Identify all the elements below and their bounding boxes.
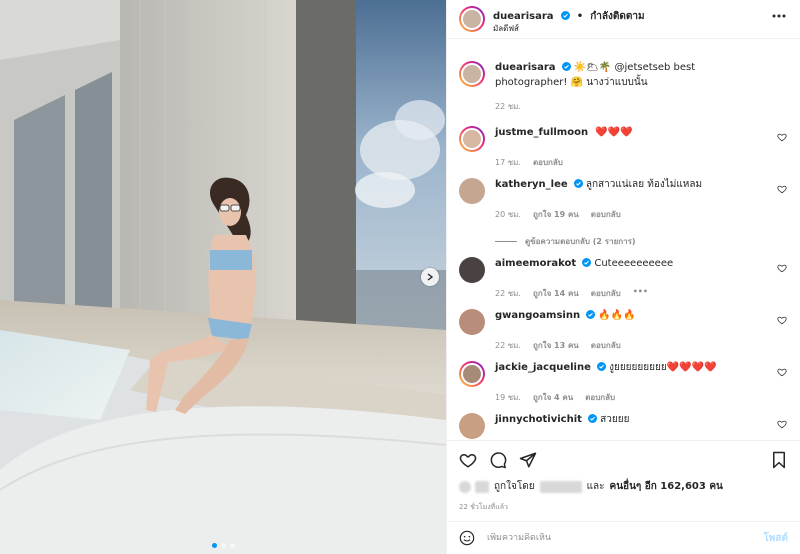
like-comment-heart-icon[interactable] bbox=[777, 367, 787, 377]
post-photo[interactable] bbox=[0, 0, 446, 554]
reply-button[interactable]: ตอบกลับ bbox=[585, 391, 615, 404]
comment-time: 22 ชม. bbox=[495, 341, 521, 350]
verified-icon bbox=[596, 362, 606, 371]
comment-username[interactable]: jinnychotivichit bbox=[495, 414, 582, 425]
comment-text: 🔥🔥🔥 bbox=[598, 310, 636, 321]
comment-username[interactable]: katheryn_lee bbox=[495, 179, 568, 190]
liked-by-label: ถูกใจโดย bbox=[494, 481, 535, 492]
reply-button[interactable]: ตอบกลับ bbox=[591, 208, 621, 221]
comment-text: สวยยย bbox=[600, 414, 630, 425]
comment-username[interactable]: aimeemorakot bbox=[495, 258, 576, 269]
liker-avatar[interactable] bbox=[475, 480, 489, 493]
reply-button[interactable]: ตอบกลับ bbox=[533, 156, 563, 169]
liker-avatar[interactable] bbox=[459, 480, 471, 493]
verified-icon bbox=[586, 310, 596, 319]
following-button[interactable]: กำลังติดตาม bbox=[590, 11, 644, 22]
add-comment-form: โพสต์ bbox=[447, 521, 800, 554]
comment-likes[interactable]: ถูกใจ 14 คน bbox=[533, 287, 579, 300]
comment-item: jackie_jacqueline งูยยยยยยยยย❤️❤️❤️❤️ 19… bbox=[459, 361, 789, 404]
avatar[interactable] bbox=[459, 6, 485, 32]
carousel-dot bbox=[220, 543, 226, 548]
comment-likes[interactable]: ถูกใจ 13 คน bbox=[533, 339, 579, 352]
like-comment-heart-icon[interactable] bbox=[777, 315, 787, 325]
post-comment-button[interactable]: โพสต์ bbox=[763, 531, 788, 546]
verified-icon bbox=[561, 62, 571, 71]
comment-item: justme_fullmoon ❤️❤️❤️ 17 ชม. ตอบกลับ bbox=[459, 126, 789, 169]
post-username[interactable]: duearisara bbox=[493, 11, 554, 22]
verified-icon bbox=[560, 11, 570, 20]
avatar[interactable] bbox=[459, 413, 485, 439]
next-arrow-icon bbox=[427, 273, 434, 281]
comment-icon[interactable] bbox=[489, 451, 507, 469]
comment-likes[interactable]: ถูกใจ 19 คน bbox=[533, 208, 579, 221]
comments-list[interactable]: duearisara ☀️🌥🌴 @jetsetseb best photogra… bbox=[447, 40, 800, 440]
likes-summary: ถูกใจโดย และ คนอื่นๆ อีก 162,603 คน bbox=[459, 479, 788, 494]
emoji-icon[interactable] bbox=[459, 530, 475, 546]
post-actions: ถูกใจโดย และ คนอื่นๆ อีก 162,603 คน 22 ช… bbox=[447, 440, 800, 513]
verified-icon bbox=[573, 179, 583, 188]
share-icon[interactable] bbox=[519, 451, 537, 469]
comment-time: 20 ชม. bbox=[495, 210, 521, 219]
avatar[interactable] bbox=[459, 178, 485, 204]
avatar[interactable] bbox=[459, 257, 485, 283]
carousel-indicator bbox=[0, 543, 446, 548]
caption: duearisara ☀️🌥🌴 @jetsetseb best photogra… bbox=[459, 61, 789, 113]
comment-item: gwangoamsinn 🔥🔥🔥 22 ชม. ถูกใจ 13 คน ตอบก… bbox=[459, 309, 789, 352]
comment-username[interactable]: jackie_jacqueline bbox=[495, 362, 591, 373]
avatar[interactable] bbox=[459, 361, 485, 387]
post-timestamp[interactable]: 22 ชั่วโมงที่แล้ว bbox=[459, 502, 788, 513]
carousel-dot bbox=[211, 543, 217, 548]
more-icon[interactable] bbox=[772, 14, 786, 18]
save-icon[interactable] bbox=[770, 451, 788, 469]
comment-text: ❤️❤️❤️ bbox=[595, 127, 633, 138]
comment-item: katheryn_lee ลูกสาวแน่เลย ท้องไม่แหลม 20… bbox=[459, 178, 789, 248]
comment-text: งูยยยยยยยยย❤️❤️❤️❤️ bbox=[609, 362, 717, 373]
comment-time: 19 ชม. bbox=[495, 393, 521, 402]
view-replies-button[interactable]: ดูข้อความตอบกลับ (2 รายการ) bbox=[495, 235, 789, 248]
comment-username[interactable]: gwangoamsinn bbox=[495, 310, 580, 321]
like-comment-heart-icon[interactable] bbox=[777, 419, 787, 429]
comment-text: Cuteeeeeeeeee bbox=[594, 258, 674, 269]
avatar[interactable] bbox=[459, 126, 485, 152]
avatar[interactable] bbox=[459, 309, 485, 335]
comment-time: 22 ชม. bbox=[495, 289, 521, 298]
verified-icon bbox=[587, 414, 597, 423]
caption-username[interactable]: duearisara bbox=[495, 62, 556, 73]
separator-dot: • bbox=[576, 11, 584, 22]
comment-input[interactable] bbox=[487, 533, 764, 543]
comment-username[interactable]: justme_fullmoon bbox=[495, 127, 588, 138]
next-image-button[interactable] bbox=[421, 268, 439, 286]
heart-icon[interactable] bbox=[459, 451, 477, 469]
comment-item: jinnychotivichit สวยยย bbox=[459, 413, 789, 439]
view-replies-label: ดูข้อความตอบกลับ (2 รายการ) bbox=[525, 237, 636, 246]
comment-options-button[interactable]: ••• bbox=[633, 287, 648, 300]
post-details-panel: duearisara • กำลังติดตาม มัลดีฟส์ dueari… bbox=[446, 0, 800, 554]
reply-button[interactable]: ตอบกลับ bbox=[591, 339, 621, 352]
comment-text: ลูกสาวแน่เลย ท้องไม่แหลม bbox=[585, 179, 703, 190]
carousel-dot bbox=[229, 543, 235, 548]
like-comment-heart-icon[interactable] bbox=[777, 184, 787, 194]
likes-others-count[interactable]: คนอื่นๆ อีก 162,603 คน bbox=[610, 479, 723, 494]
like-comment-heart-icon[interactable] bbox=[777, 132, 787, 142]
like-comment-heart-icon[interactable] bbox=[777, 263, 787, 273]
verified-icon bbox=[582, 258, 592, 267]
post-header: duearisara • กำลังติดตาม มัลดีฟส์ bbox=[447, 0, 800, 39]
likes-and-label: และ bbox=[586, 481, 605, 492]
comment-time: 17 ชม. bbox=[495, 158, 521, 167]
post-location[interactable]: มัลดีฟส์ bbox=[493, 24, 645, 34]
liker-username[interactable] bbox=[539, 480, 582, 493]
comment-time: 22 ชม. bbox=[495, 102, 521, 111]
comment-likes[interactable]: ถูกใจ 4 คน bbox=[533, 391, 573, 404]
reply-button[interactable]: ตอบกลับ bbox=[591, 287, 621, 300]
avatar[interactable] bbox=[459, 61, 485, 87]
photo-illustration bbox=[0, 0, 446, 554]
comment-item: aimeemorakot Cuteeeeeeeeee 22 ชม. ถูกใจ … bbox=[459, 257, 789, 300]
